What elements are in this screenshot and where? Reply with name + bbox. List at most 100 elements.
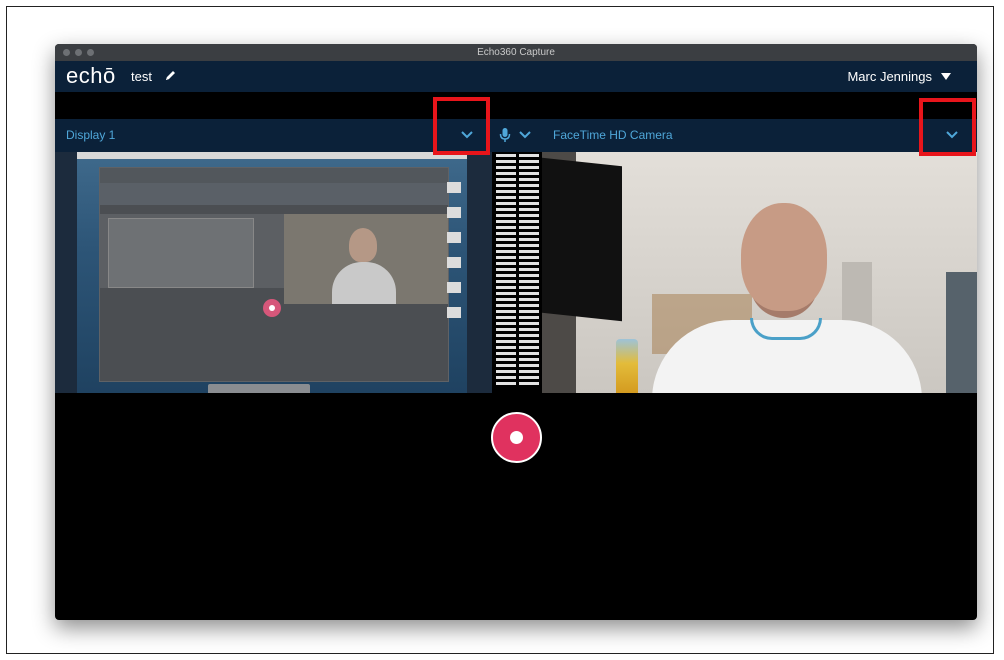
desktop-icon <box>447 207 461 218</box>
nested-person-head <box>349 228 377 262</box>
meter-row <box>492 256 542 259</box>
desktop-icon <box>447 257 461 268</box>
meter-segment <box>518 370 539 373</box>
audio-level-meter <box>492 152 542 393</box>
meter-row <box>492 184 542 187</box>
meter-segment <box>518 274 539 277</box>
meter-segment <box>495 304 516 307</box>
meter-row <box>492 334 542 337</box>
meter-row <box>492 268 542 271</box>
meter-segment <box>495 316 516 319</box>
meter-segment <box>495 346 516 349</box>
meter-row <box>492 166 542 169</box>
camera-tv <box>542 157 622 322</box>
desktop-menubar <box>77 152 467 159</box>
meter-segment <box>495 250 516 253</box>
meter-segment <box>518 280 539 283</box>
meter-row <box>492 382 542 385</box>
meter-row <box>492 370 542 373</box>
meter-segment <box>518 154 539 157</box>
meter-row <box>492 208 542 211</box>
meter-segment <box>495 166 516 169</box>
meter-segment <box>495 298 516 301</box>
caret-down-icon <box>941 73 951 80</box>
microphone-icon[interactable] <box>497 127 513 143</box>
meter-row <box>492 190 542 193</box>
meter-segment <box>518 226 539 229</box>
meter-segment <box>495 160 516 163</box>
record-button[interactable] <box>491 412 542 463</box>
zoom-window-button[interactable] <box>87 49 94 56</box>
meter-segment <box>495 292 516 295</box>
capture-name[interactable]: test <box>131 69 152 84</box>
meter-segment <box>495 334 516 337</box>
meter-row <box>492 328 542 331</box>
meter-segment <box>518 196 539 199</box>
meter-segment <box>518 262 539 265</box>
meter-segment <box>518 304 539 307</box>
meter-bars <box>492 154 542 388</box>
meter-segment <box>518 214 539 217</box>
meter-row <box>492 286 542 289</box>
meter-segment <box>495 220 516 223</box>
meter-segment <box>518 190 539 193</box>
meter-segment <box>495 154 516 157</box>
desktop-icon <box>447 232 461 243</box>
meter-segment <box>495 172 516 175</box>
close-window-button[interactable] <box>63 49 70 56</box>
camera-preview <box>542 152 977 393</box>
meter-segment <box>495 208 516 211</box>
meter-row <box>492 154 542 157</box>
meter-segment <box>495 310 516 313</box>
meter-row <box>492 274 542 277</box>
window-controls[interactable] <box>63 49 94 56</box>
desktop-thumbnail <box>77 152 467 393</box>
screenshot-frame: Echo360 Capture echō test Marc Jennings … <box>6 6 994 654</box>
meter-segment <box>495 280 516 283</box>
meter-row <box>492 292 542 295</box>
meter-segment <box>518 364 539 367</box>
meter-segment <box>518 346 539 349</box>
meter-segment <box>495 274 516 277</box>
window-titlebar[interactable]: Echo360 Capture <box>55 44 977 61</box>
pencil-icon[interactable] <box>164 69 177 87</box>
chevron-down-icon[interactable] <box>517 127 533 143</box>
meter-segment <box>495 226 516 229</box>
meter-segment <box>518 334 539 337</box>
meter-row <box>492 172 542 175</box>
display-preview <box>55 152 492 393</box>
app-header: echō test Marc Jennings <box>55 61 977 92</box>
nested-record-icon <box>263 299 281 317</box>
meter-segment <box>495 244 516 247</box>
meter-segment <box>518 202 539 205</box>
meter-segment <box>518 376 539 379</box>
meter-segment <box>495 202 516 205</box>
meter-row <box>492 196 542 199</box>
meter-segment <box>518 244 539 247</box>
minimize-window-button[interactable] <box>75 49 82 56</box>
meter-row <box>492 178 542 181</box>
meter-segment <box>518 328 539 331</box>
nested-toolbar <box>208 384 310 393</box>
camera-person-head <box>741 203 827 311</box>
meter-segment <box>518 166 539 169</box>
camera-bottle <box>616 339 638 393</box>
meter-row <box>492 238 542 241</box>
meter-segment <box>518 160 539 163</box>
meter-row <box>492 250 542 253</box>
meter-row <box>492 310 542 313</box>
meter-row <box>492 220 542 223</box>
meter-segment <box>495 370 516 373</box>
echo-logo: echō <box>66 63 116 88</box>
meter-segment <box>518 292 539 295</box>
user-menu[interactable]: Marc Jennings <box>847 69 951 84</box>
meter-segment <box>495 196 516 199</box>
meter-row <box>492 298 542 301</box>
meter-row <box>492 316 542 319</box>
meter-segment <box>495 268 516 271</box>
meter-segment <box>495 322 516 325</box>
meter-segment <box>495 256 516 259</box>
meter-segment <box>518 310 539 313</box>
nested-panel-header <box>100 183 448 205</box>
meter-row <box>492 322 542 325</box>
